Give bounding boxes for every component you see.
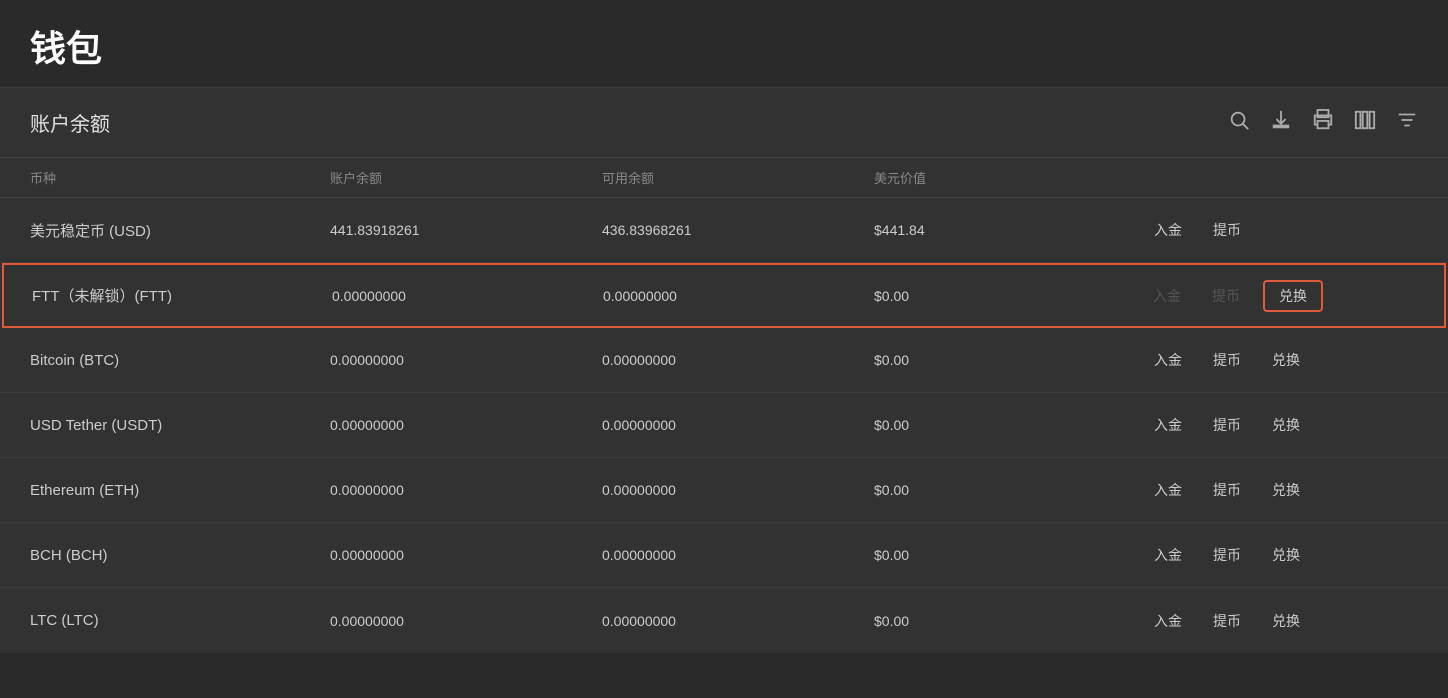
balance-amount: 0.00000000: [330, 352, 602, 368]
page-header: 钱包: [0, 0, 1448, 88]
usd-value: $0.00: [874, 288, 1145, 304]
table-row: Bitcoin (BTC) 0.00000000 0.00000000 $0.0…: [0, 328, 1448, 393]
table-row: 美元稳定币 (USD) 441.83918261 436.83968261 $4…: [0, 198, 1448, 263]
convert-button[interactable]: 兑换: [1264, 541, 1308, 569]
header-actions: [1146, 168, 1418, 187]
convert-button[interactable]: 兑换: [1264, 476, 1308, 504]
actions-cell: 入金 提币: [1146, 216, 1418, 244]
deposit-button[interactable]: 入金: [1146, 541, 1190, 569]
search-icon[interactable]: [1228, 109, 1250, 137]
currency-name: Bitcoin (BTC): [30, 352, 330, 369]
columns-icon[interactable]: [1354, 109, 1376, 137]
table-row: BCH (BCH) 0.00000000 0.00000000 $0.00 入金…: [0, 523, 1448, 588]
header-balance: 账户余额: [330, 168, 602, 187]
currency-name: USD Tether (USDT): [30, 417, 330, 434]
available-amount: 0.00000000: [602, 417, 874, 433]
balance-amount: 0.00000000: [330, 547, 602, 563]
balances-table: 币种 账户余额 可用余额 美元价值 美元稳定币 (USD) 441.839182…: [0, 158, 1448, 653]
section-header: 账户余额: [0, 88, 1448, 158]
available-amount: 0.00000000: [602, 352, 874, 368]
available-amount: 0.00000000: [602, 547, 874, 563]
withdraw-button[interactable]: 提币: [1205, 216, 1249, 244]
withdraw-button[interactable]: 提币: [1205, 346, 1249, 374]
actions-cell: 入金 提币 兑换: [1146, 346, 1418, 374]
header-available: 可用余额: [602, 168, 874, 187]
balance-amount: 0.00000000: [332, 288, 603, 304]
withdraw-button[interactable]: 提币: [1205, 541, 1249, 569]
balance-amount: 0.00000000: [330, 613, 602, 629]
available-amount: 0.00000000: [603, 288, 874, 304]
withdraw-button[interactable]: 提币: [1205, 607, 1249, 635]
currency-name: BCH (BCH): [30, 547, 330, 564]
deposit-button[interactable]: 入金: [1146, 411, 1190, 439]
actions-cell: 入金 提币 兑换: [1146, 541, 1418, 569]
usd-value: $0.00: [874, 547, 1146, 563]
withdraw-button-disabled: 提币: [1204, 282, 1248, 310]
content-area: 账户余额: [0, 88, 1448, 653]
convert-button[interactable]: 兑换: [1264, 346, 1308, 374]
print-icon[interactable]: [1312, 109, 1334, 137]
usd-value: $0.00: [874, 417, 1146, 433]
available-amount: 436.83968261: [602, 222, 874, 238]
table-row-ftt: FTT（未解锁）(FTT) 0.00000000 0.00000000 $0.0…: [2, 263, 1446, 328]
usd-value: $0.00: [874, 482, 1146, 498]
currency-name: 美元稳定币 (USD): [30, 220, 330, 241]
section-title: 账户余额: [30, 108, 110, 137]
balance-amount: 0.00000000: [330, 417, 602, 433]
header-currency: 币种: [30, 168, 330, 187]
balance-amount: 0.00000000: [330, 482, 602, 498]
deposit-button[interactable]: 入金: [1146, 476, 1190, 504]
convert-button[interactable]: 兑换: [1264, 411, 1308, 439]
usd-value: $0.00: [874, 352, 1146, 368]
withdraw-button[interactable]: 提币: [1205, 411, 1249, 439]
deposit-button[interactable]: 入金: [1146, 216, 1190, 244]
filter-icon[interactable]: [1396, 109, 1418, 137]
table-row: LTC (LTC) 0.00000000 0.00000000 $0.00 入金…: [0, 588, 1448, 653]
actions-cell: 入金 提币 兑换: [1146, 476, 1418, 504]
actions-cell: 入金 提币 兑换: [1146, 607, 1418, 635]
convert-button-highlighted[interactable]: 兑换: [1263, 280, 1323, 312]
available-amount: 0.00000000: [602, 482, 874, 498]
deposit-button-disabled: 入金: [1145, 282, 1189, 310]
deposit-button[interactable]: 入金: [1146, 607, 1190, 635]
toolbar: [1228, 109, 1418, 137]
header-usd-value: 美元价值: [874, 168, 1146, 187]
currency-name: Ethereum (ETH): [30, 482, 330, 499]
available-amount: 0.00000000: [602, 613, 874, 629]
page-title: 钱包: [30, 20, 1418, 72]
download-icon[interactable]: [1270, 109, 1292, 137]
table-row: USD Tether (USDT) 0.00000000 0.00000000 …: [0, 393, 1448, 458]
usd-value: $441.84: [874, 222, 1146, 238]
table-row: Ethereum (ETH) 0.00000000 0.00000000 $0.…: [0, 458, 1448, 523]
actions-cell: 入金 提币 兑换: [1146, 411, 1418, 439]
convert-button[interactable]: 兑换: [1264, 607, 1308, 635]
actions-cell: 入金 提币 兑换: [1145, 280, 1416, 312]
balance-amount: 441.83918261: [330, 222, 602, 238]
currency-name: FTT（未解锁）(FTT): [32, 285, 332, 306]
currency-name: LTC (LTC): [30, 612, 330, 629]
table-header: 币种 账户余额 可用余额 美元价值: [0, 158, 1448, 198]
withdraw-button[interactable]: 提币: [1205, 476, 1249, 504]
deposit-button[interactable]: 入金: [1146, 346, 1190, 374]
usd-value: $0.00: [874, 613, 1146, 629]
